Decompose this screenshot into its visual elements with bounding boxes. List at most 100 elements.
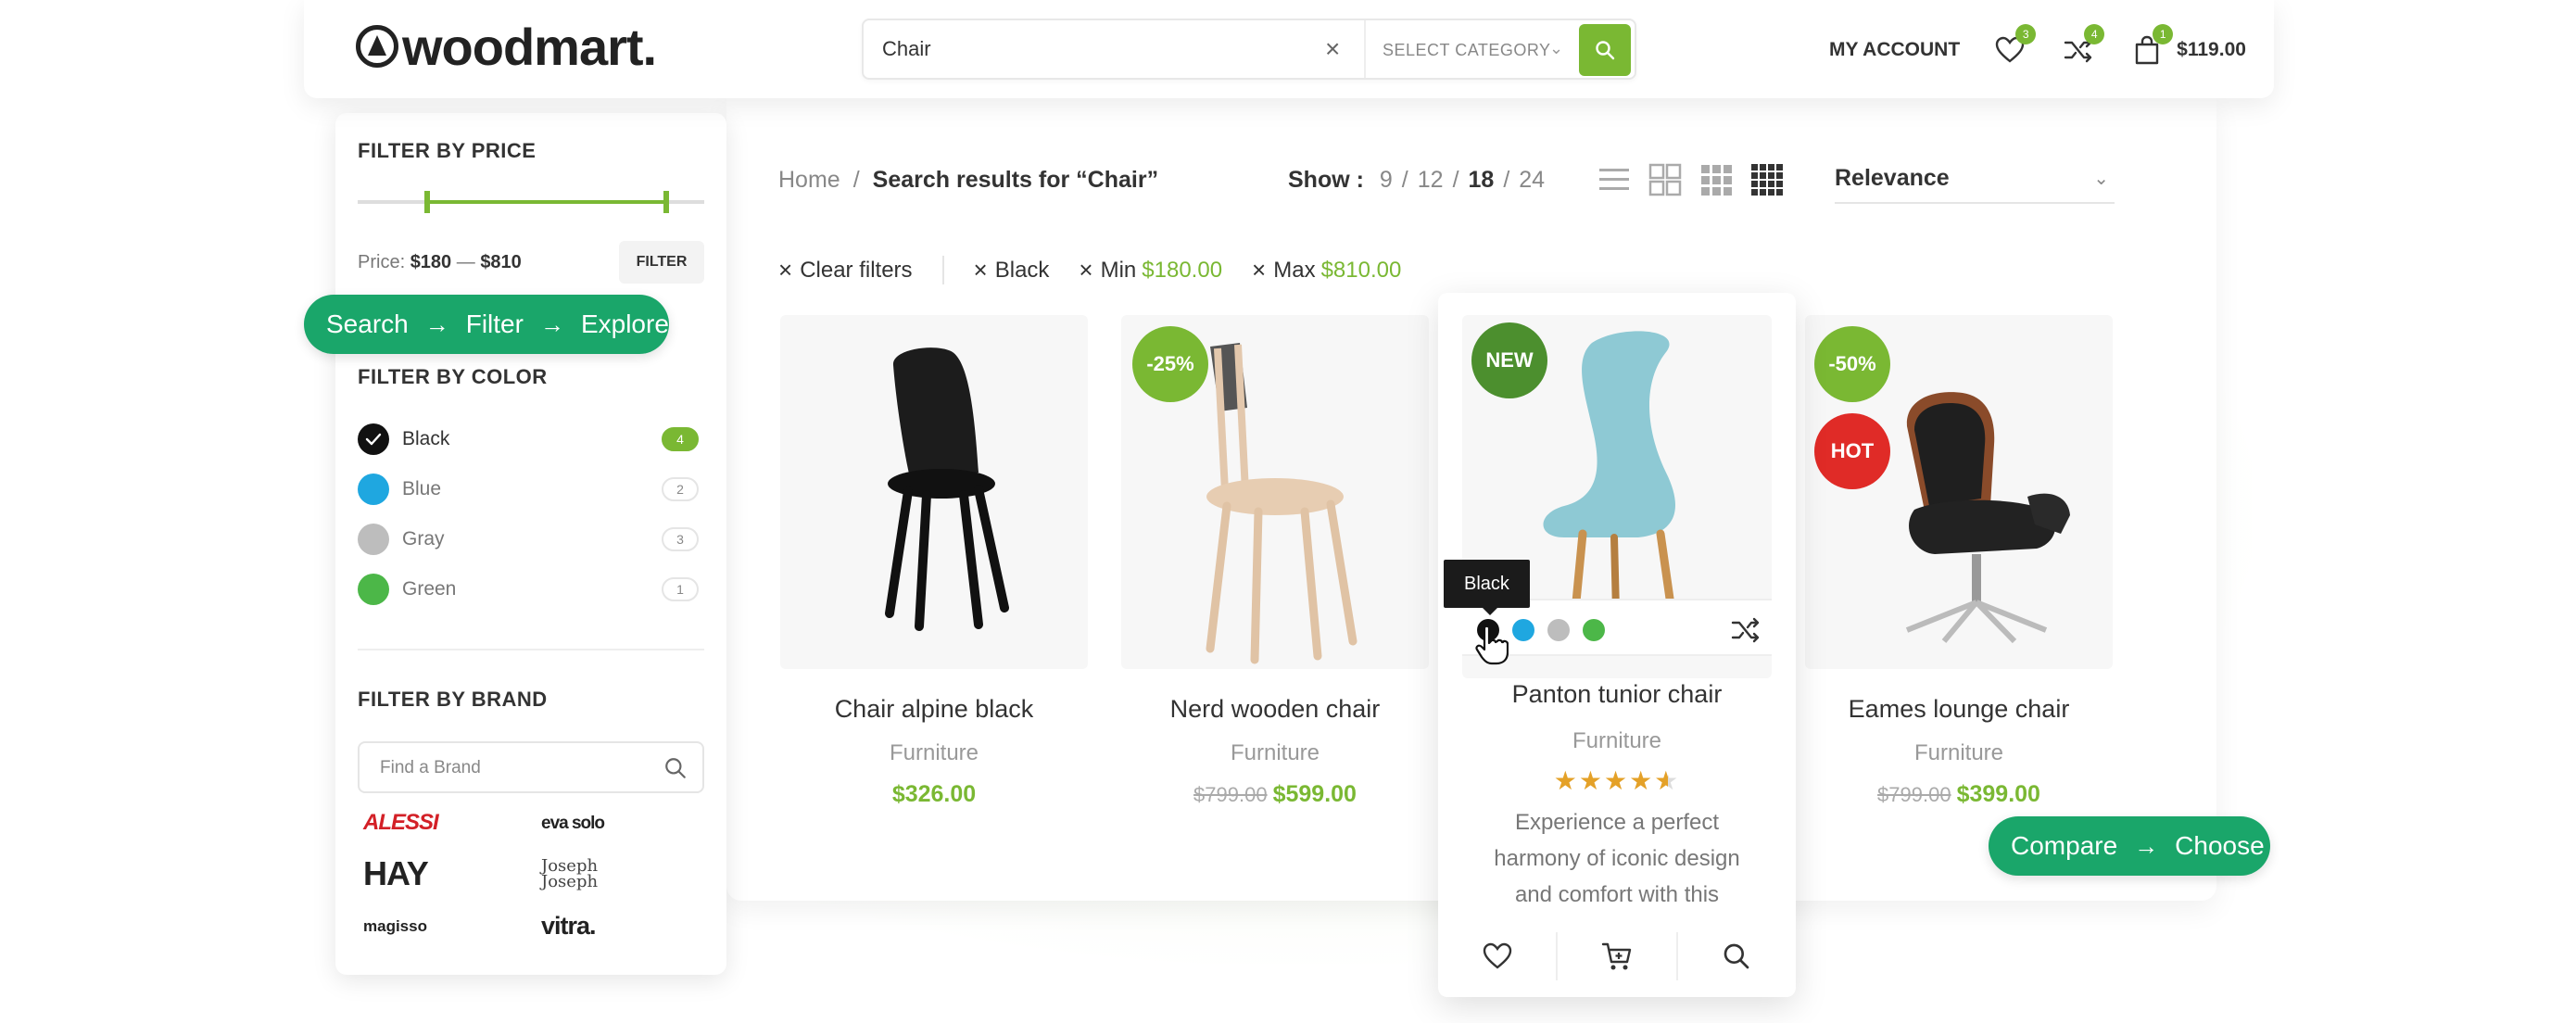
price-slider-range (424, 200, 667, 204)
product-title[interactable]: Panton tunior chair (1438, 680, 1796, 709)
price-filter-button[interactable]: FILTER (619, 241, 704, 284)
breadcrumb-home-link[interactable]: Home (778, 167, 840, 193)
grid-2-view-icon[interactable] (1648, 163, 1682, 196)
cart-count-badge: 1 (2153, 24, 2174, 44)
brand-vitra[interactable]: vitra. (541, 912, 597, 941)
clear-filters-button[interactable]: × Clear filters (778, 256, 944, 284)
per-page-option[interactable]: 9 (1380, 167, 1393, 193)
swatch-gray[interactable] (1547, 619, 1570, 641)
gray-swatch (358, 524, 389, 555)
clear-search-icon[interactable]: × (1325, 35, 1340, 63)
color-option-black[interactable]: Black 4 (358, 423, 704, 456)
color-option-gray[interactable]: Gray 3 (358, 523, 704, 556)
pill-step: Explore (580, 309, 669, 338)
search-icon (1724, 943, 1749, 969)
product-title[interactable]: Eames lounge chair (1805, 695, 2113, 724)
remove-max-price-filter[interactable]: × Max $810.00 (1252, 256, 1401, 284)
product-card[interactable]: -25% Nerd wooden chair Furniture $799.00… (1121, 315, 1429, 808)
search-button[interactable] (1579, 24, 1631, 76)
per-page-option-active[interactable]: 18 (1469, 167, 1495, 193)
brand-alessi[interactable]: ALESSI (363, 810, 439, 836)
product-price-value: $326.00 (891, 781, 977, 807)
add-to-cart-button[interactable] (1558, 932, 1678, 980)
color-option-green[interactable]: Green 1 (358, 573, 704, 606)
wishlist-count-badge: 3 (2015, 24, 2037, 44)
my-account-link[interactable]: MY ACCOUNT (1829, 39, 1960, 61)
product-category[interactable]: Furniture (780, 740, 1088, 766)
product-category[interactable]: Furniture (1121, 740, 1429, 766)
price-dash: — (456, 252, 475, 272)
compare-button[interactable]: 4 (2062, 24, 2105, 67)
color-filter-heading: FILTER BY COLOR (358, 365, 548, 388)
remove-min-price-filter[interactable]: × Min $180.00 (1079, 256, 1222, 284)
search-icon (1596, 41, 1615, 60)
color-option-blue[interactable]: Blue 2 (358, 473, 704, 506)
per-page-option[interactable]: 24 (1519, 167, 1545, 193)
product-actions (1438, 932, 1796, 980)
filter-chip-label: Max (1273, 257, 1316, 283)
product-category[interactable]: Furniture (1805, 740, 2113, 766)
blue-swatch (358, 474, 389, 505)
close-icon: × (973, 256, 988, 284)
sort-select[interactable]: Relevance ⌄ (1835, 165, 2115, 204)
per-page-selector: Show : 9/12/18/24 (1288, 167, 1546, 193)
price-range-label: Price: $180 — $810 (358, 252, 522, 273)
swatch-blue[interactable] (1512, 619, 1534, 641)
search-input[interactable]: Chair (882, 37, 931, 61)
color-name: Black (402, 428, 450, 449)
product-description: Experience a perfect harmony of iconic d… (1494, 810, 1740, 907)
star-rating: ★★★★★★ (1553, 766, 1678, 795)
price-label: Price: (358, 252, 406, 272)
cart-button[interactable]: 1 (2130, 24, 2174, 67)
product-category[interactable]: Furniture (1438, 728, 1796, 754)
brand-joseph-joseph[interactable]: Joseph Joseph (541, 858, 615, 890)
add-to-wishlist-button[interactable] (1438, 932, 1559, 980)
site-header: woodmart. Chair × SELECT CATEGORY ⌄ MY A… (304, 0, 2274, 98)
quick-view-button[interactable] (1678, 932, 1796, 980)
price-slider-min-handle[interactable] (424, 191, 430, 213)
product-price-value: $599.00 (1272, 781, 1357, 807)
filter-chip-label: Min (1100, 257, 1137, 283)
list-view-icon[interactable] (1597, 163, 1631, 196)
product-card-hovered[interactable]: NEW Black Panton tunior chair Furniture … (1438, 293, 1796, 997)
product-title[interactable]: Nerd wooden chair (1121, 695, 1429, 724)
chevron-down-icon: ⌄ (2093, 169, 2109, 189)
discount-badge: -25% (1132, 326, 1208, 402)
heart-icon (1483, 942, 1511, 969)
color-count: 4 (662, 427, 699, 451)
color-name: Green (402, 578, 457, 600)
brand-eva-solo[interactable]: eva solo (541, 814, 605, 834)
product-image[interactable]: -50% HOT (1805, 315, 2113, 669)
price-slider-max-handle[interactable] (663, 191, 669, 213)
search-divider (1364, 20, 1366, 78)
filter-chip-value: $810.00 (1320, 257, 1402, 283)
sort-value: Relevance (1835, 165, 1950, 191)
brand-search-input[interactable]: Find a Brand (358, 741, 704, 793)
product-card[interactable]: Chair alpine black Furniture $326.00 (780, 315, 1088, 808)
category-select[interactable]: SELECT CATEGORY (1383, 41, 1551, 60)
swatch-green[interactable] (1583, 619, 1605, 641)
chevron-down-icon[interactable]: ⌄ (1549, 39, 1563, 58)
clear-filters-label: Clear filters (800, 257, 913, 283)
remove-color-filter[interactable]: × Black (974, 256, 1050, 284)
brand-hay[interactable]: HAY (363, 854, 429, 893)
compare-icon[interactable] (1731, 617, 1761, 643)
sidebar-divider (358, 649, 704, 650)
site-logo[interactable]: woodmart. (356, 18, 657, 76)
product-title[interactable]: Chair alpine black (780, 695, 1088, 724)
header-actions: MY ACCOUNT 3 4 1 $119.00 (1829, 24, 2246, 69)
color-name: Blue (402, 478, 442, 499)
grid-4-view-icon[interactable] (1750, 163, 1784, 196)
product-card[interactable]: -50% HOT Eames lounge chair Furniture $7… (1805, 315, 2113, 808)
checkmark-icon (365, 433, 382, 446)
product-image[interactable] (780, 315, 1088, 669)
brand-magisso[interactable]: magisso (363, 917, 427, 936)
brand-search-placeholder: Find a Brand (380, 758, 481, 777)
new-badge: NEW (1471, 322, 1547, 398)
color-name: Gray (402, 528, 445, 549)
per-page-option[interactable]: 12 (1418, 167, 1444, 193)
grid-3-view-icon[interactable] (1699, 163, 1733, 196)
product-image[interactable]: -25% (1121, 315, 1429, 669)
wishlist-button[interactable]: 3 (1993, 24, 2037, 67)
cart-total[interactable]: $119.00 (2177, 39, 2246, 61)
